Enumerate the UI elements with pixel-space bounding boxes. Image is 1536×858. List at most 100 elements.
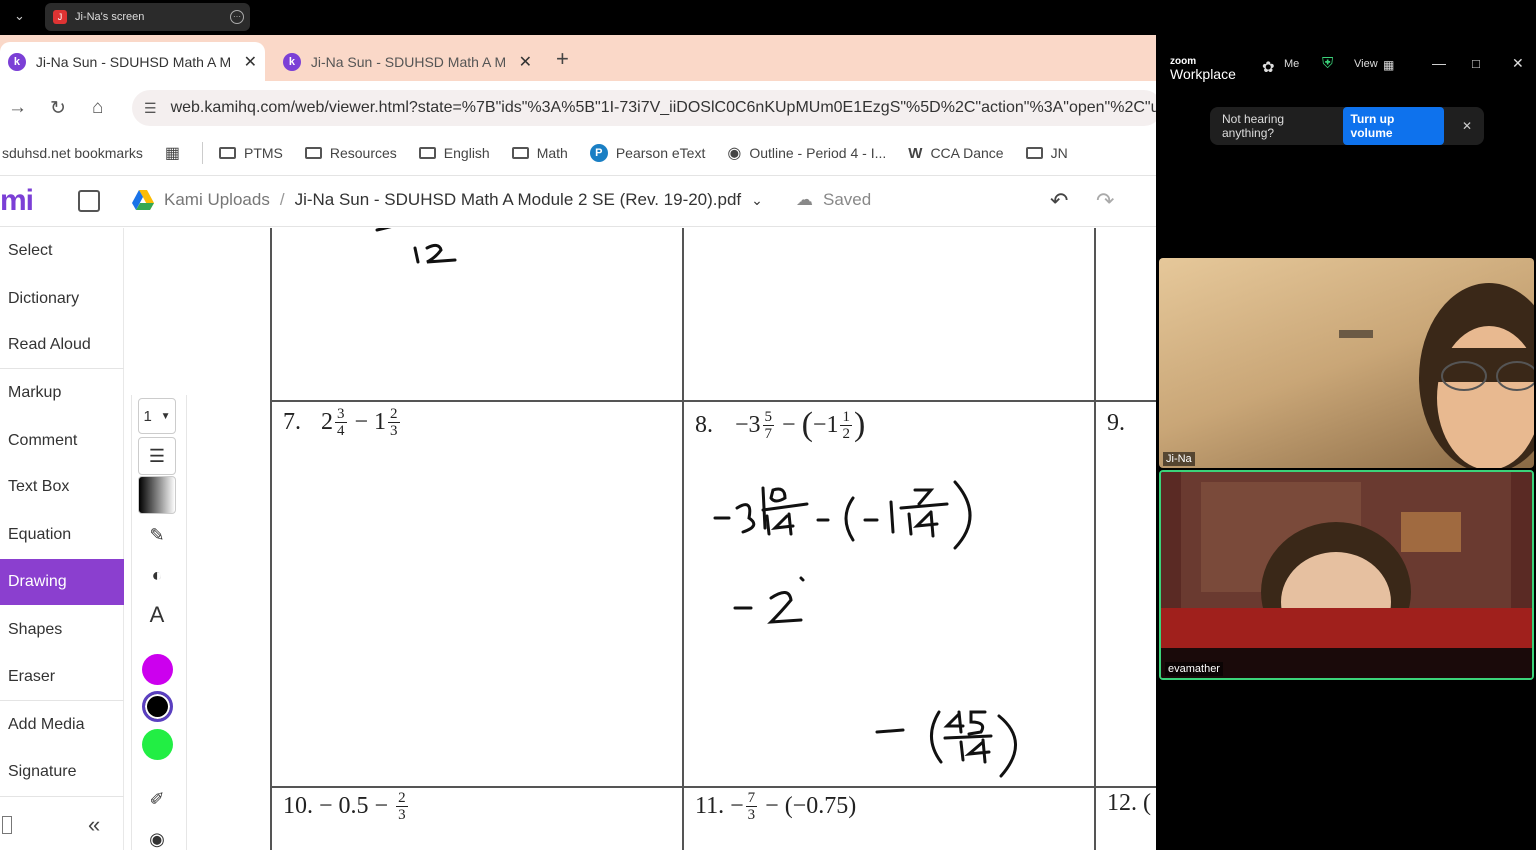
forward-icon[interactable]: → [8,97,27,119]
color-swatch-purple[interactable] [142,654,173,685]
stroke-size-value: 1 [143,407,152,425]
ink-stroke [964,738,991,764]
home-icon[interactable]: ⌂ [92,97,103,119]
share-avatar: J [53,10,67,24]
ink-stroke [899,502,949,510]
kami-logo: mi [0,184,34,217]
bookmarks-label[interactable]: sduhsd.net bookmarks [2,145,143,161]
save-status-label: Saved [823,190,872,209]
ruler-icon[interactable]: ✎ [138,516,176,554]
zoom-brand: zoom Workplace [1170,55,1236,81]
browser-tab-active[interactable]: k Ji-Na Sun - SDUHSD Math A Mс ✕ [0,42,265,81]
ink-stroke [959,740,965,762]
close-window-icon[interactable]: ✕ [1512,55,1524,72]
site-settings-icon[interactable]: ☰ [144,100,157,117]
bookmark-pearson[interactable]: P Pearson eText [589,144,706,162]
tool-add-media[interactable]: Add Media [0,703,124,747]
maximize-icon[interactable]: □ [1472,56,1480,71]
menu-icon: ☰ [148,445,166,466]
bookmark-outline[interactable]: ◉ Outline - Period 4 - I... [727,143,886,163]
browser-tab[interactable]: k Ji-Na Sun - SDUHSD Math A Mс ✕ [275,42,540,81]
tool-shapes[interactable]: Shapes [0,608,124,652]
bookmark-ptms[interactable]: PTMS [218,145,283,161]
share-indicator[interactable]: J Ji-Na's screen ⋯ [45,3,250,31]
tool-dictionary[interactable]: Dictionary [0,277,124,321]
bookmark-resources[interactable]: Resources [304,145,397,161]
color-swatch-black[interactable] [142,691,173,722]
ink-stroke [875,728,905,734]
ink-stroke [765,514,771,536]
page-thumbnail-icon[interactable] [2,816,12,834]
video-tile-jina[interactable]: Ji-Na [1159,258,1534,468]
file-name[interactable]: Ji-Na Sun - SDUHSD Math A Module 2 SE (R… [295,190,742,210]
eyedropper-icon[interactable]: ✐ [138,780,176,818]
grid-icon[interactable]: ▦ [1383,58,1394,72]
bookmark-label: JN [1050,145,1068,161]
protractor-icon[interactable]: ◐ [138,556,176,594]
redo-icon[interactable]: ↷ [1096,188,1114,214]
tool-signature[interactable]: Signature [0,750,124,794]
tool-comment[interactable]: Comment [0,419,124,463]
ink-stroke [769,487,787,503]
pdf-page[interactable]: 7. 2 34 − 1 23 8. −3 57 − ( −1 12 ) 9. 1… [125,228,1156,850]
me-label[interactable]: Me [1284,58,1299,70]
close-icon[interactable]: ✕ [1462,119,1472,133]
opacity-button[interactable] [138,476,176,514]
ink-stroke [953,480,972,550]
paw-icon[interactable]: ✿ [1262,58,1275,76]
tool-equation[interactable]: Equation [0,513,124,557]
ink-stroke [413,246,420,264]
bookmark-label: Resources [329,145,397,161]
participant-name: evamather [1165,662,1223,676]
share-title: Ji-Na's screen [75,11,145,23]
url-bar[interactable]: ☰ web.kamihq.com/web/viewer.html?state=%… [132,90,1162,126]
url-text: web.kamihq.com/web/viewer.html?state=%7B… [170,99,1162,116]
video-tile-evamather[interactable]: evamather [1159,470,1534,680]
tool-read-aloud[interactable]: Read Aloud [0,323,124,367]
tool-select[interactable]: Select [0,229,124,273]
ink-stroke [799,576,805,582]
bookmark-math[interactable]: Math [511,145,568,161]
bookmarks-bar: sduhsd.net bookmarks ▦ PTMS Resources En… [0,133,1156,173]
breadcrumb-root[interactable]: Kami Uploads [164,190,270,210]
undo-icon[interactable]: ↶ [1050,188,1068,214]
color-swatch-green[interactable] [142,729,173,760]
bookmark-label: Pearson eText [615,145,706,161]
reload-icon[interactable]: ↻ [50,97,66,120]
breadcrumb-separator: / [279,190,285,209]
tool-text-box[interactable]: Text Box [0,465,124,509]
shield-check-icon[interactable]: ⛨ [1322,55,1333,72]
folder-icon [304,147,322,159]
view-button[interactable]: View [1354,58,1378,70]
chevron-down-icon[interactable]: ⌄ [751,192,763,209]
stroke-size-select[interactable]: 1 ▼ [138,398,176,434]
screen-share-bar: ⌄ J Ji-Na's screen ⋯ [0,0,1536,35]
turn-up-volume-button[interactable]: Turn up volume [1342,107,1444,145]
document-outline-icon[interactable] [78,190,100,212]
ink-stroke [735,503,756,534]
tool-drawing[interactable]: Drawing [0,559,124,605]
new-tab-button[interactable]: + [556,46,569,72]
minimize-icon[interactable]: — [1432,55,1446,71]
close-icon[interactable]: ✕ [519,52,532,72]
caret-down-icon: ▼ [160,410,171,422]
ink-stroke [761,486,767,530]
handwriting-annotations [375,228,1017,778]
more-icon[interactable]: ⋯ [230,10,244,24]
tool-eraser[interactable]: Eraser [0,655,124,699]
tool-markup[interactable]: Markup [0,371,124,415]
compass-icon[interactable]: A [138,596,176,634]
collapse-sidebar-icon[interactable]: « [88,812,100,838]
chevron-down-icon[interactable]: ⌄ [14,8,25,24]
close-icon[interactable]: ✕ [244,52,257,72]
audio-notice: Not hearing anything? Turn up volume ✕ [1210,107,1484,145]
palette-icon[interactable]: ◉ [138,820,176,858]
ink-stroke [907,512,913,536]
line-style-button[interactable]: ☰ [138,437,176,475]
apps-grid-icon[interactable]: ▦ [165,143,180,163]
bookmark-jn[interactable]: JN [1025,145,1068,161]
bookmark-cca-dance[interactable]: W CCA Dance [908,145,1003,162]
pearson-icon: P [589,144,608,162]
bookmark-english[interactable]: English [418,145,490,161]
browser-tab-strip: k Ji-Na Sun - SDUHSD Math A Mс ✕ k Ji-Na… [0,35,1156,81]
